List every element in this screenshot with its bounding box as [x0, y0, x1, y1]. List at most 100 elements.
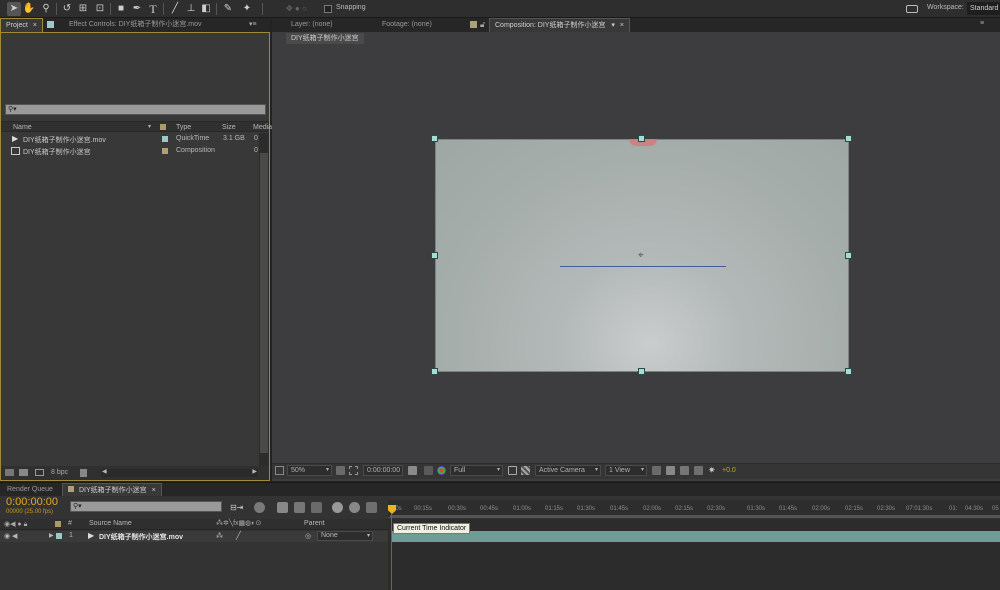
table-row[interactable]: ◉ ◀ ▶ 1 ▶ DIY纸箱子制作小迷宫.mov ⁂ ╱ ◎ None ▾ — [0, 531, 388, 542]
transform-handle[interactable] — [638, 135, 645, 142]
camera-snapshot-icon[interactable] — [408, 466, 417, 475]
motion-blur-icon[interactable] — [332, 502, 343, 513]
composition-frame[interactable]: ⌖ — [435, 139, 849, 372]
transform-handle[interactable] — [431, 368, 438, 375]
work-area-bar[interactable] — [390, 515, 1000, 518]
video-toggle-icon[interactable]: ◉ — [4, 532, 10, 540]
audio-toggle-icon[interactable]: ◀ — [12, 532, 17, 540]
scrollbar-thumb[interactable] — [260, 153, 268, 453]
scroll-left-arrow-icon[interactable]: ◀ — [102, 468, 107, 475]
column-name[interactable]: Name — [13, 124, 32, 131]
tab-layer[interactable]: Layer: (none) — [286, 18, 338, 32]
transform-handle[interactable] — [638, 368, 645, 375]
roto-brush-tool-icon[interactable]: ✎ — [221, 2, 235, 16]
composition-mini-flowchart-icon[interactable]: ⊟⇥ — [230, 502, 244, 513]
timecode-display[interactable]: 0:00:00:00 — [363, 465, 403, 476]
close-icon[interactable]: × — [33, 22, 37, 29]
layer-name[interactable]: DIY纸箱子制作小迷宫.mov — [99, 532, 183, 542]
always-preview-icon[interactable] — [275, 466, 284, 475]
workspace-select[interactable]: Standard — [967, 2, 1000, 15]
flowchart-icon[interactable] — [694, 466, 703, 475]
transform-handle[interactable] — [845, 368, 852, 375]
shy-layers-icon[interactable] — [294, 502, 305, 513]
color-channel-icon[interactable] — [437, 466, 446, 475]
column-size[interactable]: Size — [222, 124, 236, 131]
collapse-switch-icon[interactable]: ⁂ — [216, 532, 223, 540]
rectangle-tool-icon[interactable]: ■ — [114, 2, 128, 16]
scroll-right-arrow-icon[interactable]: ▶ — [252, 468, 257, 475]
puppet-tool-icon[interactable]: ✦ — [240, 2, 254, 16]
region-of-interest-icon[interactable] — [336, 466, 345, 475]
tab-effect-controls[interactable]: Effect Controls: DIY纸箱子制作小迷宫.mov — [64, 18, 207, 32]
label-column-icon[interactable] — [160, 124, 166, 130]
new-folder-icon[interactable] — [19, 469, 28, 476]
toggle-transparency-grid-icon[interactable] — [349, 466, 358, 475]
camera-tool-icon[interactable]: ⊞ — [76, 2, 90, 16]
tab-footage[interactable]: Footage: (none) — [377, 18, 437, 32]
transform-handle[interactable] — [431, 252, 438, 259]
live-update-icon[interactable] — [254, 502, 265, 513]
fast-previews-icon[interactable] — [508, 466, 517, 475]
panel-menu-icon[interactable]: ▾≡ — [249, 20, 257, 28]
column-source-name[interactable]: Source Name — [89, 520, 132, 527]
label-color-swatch[interactable] — [56, 533, 62, 539]
transform-handle[interactable] — [431, 135, 438, 142]
pen-tool-icon[interactable]: ✒ — [130, 2, 144, 16]
interpret-footage-icon[interactable] — [5, 469, 14, 476]
transform-handle[interactable] — [845, 135, 852, 142]
column-parent[interactable]: Parent — [304, 520, 325, 527]
bpc-label[interactable]: 8 bpc — [51, 469, 68, 476]
tab-render-queue[interactable]: Render Queue — [2, 483, 58, 497]
project-horizontal-scrollbar[interactable]: ◀ ▶ — [101, 469, 258, 477]
graph-editor-icon[interactable] — [366, 502, 377, 513]
tab-timeline-comp[interactable]: DIY纸箱子制作小迷宫 × — [62, 483, 162, 497]
column-type[interactable]: Type — [176, 124, 191, 131]
zoom-select[interactable]: 50% ▾ — [287, 465, 332, 476]
hand-tool-icon[interactable]: ✋ — [22, 2, 36, 16]
view-layout-select[interactable]: 1 View ▾ — [605, 465, 647, 476]
eraser-tool-icon[interactable]: ◧ — [199, 2, 213, 16]
tab-project[interactable]: Project × — [0, 18, 43, 32]
toggle-pixel-aspect-icon[interactable] — [652, 466, 661, 475]
current-time-display[interactable]: 0:00:00:00 — [6, 496, 58, 508]
camera-select[interactable]: Active Camera ▾ — [535, 465, 601, 476]
anchor-point-icon[interactable]: ⌖ — [638, 250, 644, 261]
transparency-grid-icon[interactable] — [521, 466, 530, 475]
exposure-icon[interactable]: ✷ — [708, 465, 716, 476]
zoom-tool-icon[interactable]: ⚲ — [39, 2, 53, 16]
rotate-tool-icon[interactable]: ↺ — [60, 2, 74, 16]
workspace-icon[interactable] — [906, 5, 918, 13]
column-media[interactable]: Media — [253, 124, 272, 131]
resolution-select[interactable]: Full ▾ — [450, 465, 503, 476]
draft-3d-icon[interactable] — [277, 502, 288, 513]
exposure-value[interactable]: +0.0 — [722, 467, 736, 474]
layer-duration-bar[interactable] — [392, 531, 1000, 542]
dropdown-arrow-icon[interactable]: ▾ — [611, 22, 615, 29]
transform-handle[interactable] — [845, 252, 852, 259]
comp-subtab[interactable]: DIY纸箱子制作小迷宫 — [286, 33, 364, 44]
trash-icon[interactable] — [80, 469, 87, 477]
expand-triangle-icon[interactable]: ▶ — [49, 532, 54, 539]
close-icon[interactable]: × — [620, 22, 624, 29]
selection-tool-icon[interactable]: ➤ — [7, 2, 21, 16]
frame-blending-icon[interactable] — [311, 502, 322, 513]
lock-icon[interactable]: 🔓︎ — [480, 20, 485, 30]
timeline-icon[interactable] — [680, 466, 689, 475]
list-item[interactable]: DIY纸箱子制作小迷宫 Composition 0 — [1, 145, 259, 157]
list-item[interactable]: ▶ DIY纸箱子制作小迷宫.mov QuickTime 3.1 GB 0 — [1, 133, 259, 145]
show-snapshot-icon[interactable] — [424, 466, 433, 475]
brush-tool-icon[interactable]: ╱ — [168, 2, 182, 16]
quality-switch-icon[interactable]: ╱ — [236, 531, 241, 540]
new-composition-icon[interactable] — [35, 469, 44, 476]
panel-menu-icon[interactable]: ≡ — [980, 20, 984, 27]
project-search-input[interactable]: ⚲▾ — [5, 104, 266, 115]
fast-preview-icon[interactable] — [666, 466, 675, 475]
brainstorm-icon[interactable] — [349, 502, 360, 513]
current-time-indicator-line[interactable] — [391, 514, 392, 590]
pan-behind-tool-icon[interactable]: ⊡ — [93, 2, 107, 16]
parent-select[interactable]: None ▾ — [317, 531, 373, 541]
tab-composition[interactable]: Composition: DIY纸箱子制作小迷宫 ▾ × — [489, 18, 630, 32]
timeline-search-input[interactable]: ⚲▾ — [70, 501, 222, 512]
project-vertical-scrollbar[interactable] — [259, 133, 269, 466]
close-icon[interactable]: × — [152, 487, 156, 494]
